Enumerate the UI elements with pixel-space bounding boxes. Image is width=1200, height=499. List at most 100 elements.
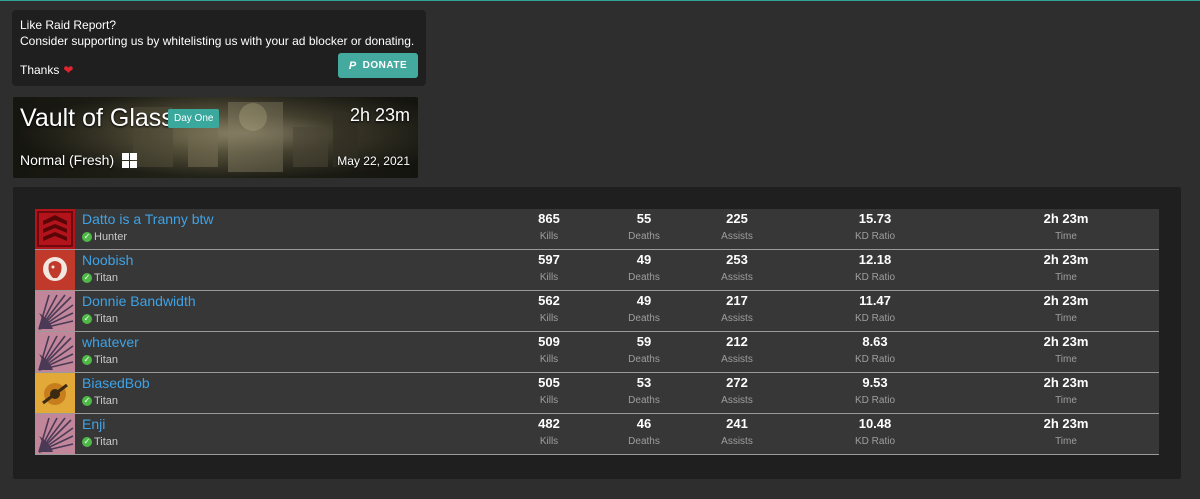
assists-stat: 225 Assists — [707, 211, 767, 242]
player-list: Datto is a Tranny btw ✓ Hunter 865 Kills … — [35, 209, 1159, 455]
checkmark-icon: ✓ — [82, 396, 92, 406]
player-class-label: Titan — [94, 436, 119, 448]
time-stat: 2h 23m Time — [1031, 252, 1101, 283]
player-class: ✓ Hunter — [82, 231, 127, 243]
kd-value: 11.47 — [859, 293, 891, 308]
player-class-label: Hunter — [94, 231, 128, 243]
gold-emblem — [35, 373, 75, 413]
kills-label: Kills — [539, 395, 559, 406]
pink-fan-emblem — [35, 291, 75, 331]
support-thanks: Thanks ❤ — [20, 63, 73, 77]
player-row: Donnie Bandwidth ✓ Titan 562 Kills 49 Deat… — [35, 291, 1159, 332]
assists-label: Assists — [721, 436, 753, 447]
kills-value: 865 — [538, 211, 560, 226]
deaths-value: 49 — [636, 252, 652, 267]
player-row: Enji ✓ Titan 482 Kills 46 Deaths 241 Assist… — [35, 414, 1159, 455]
raid-card: Vault of Glass Day One 2h 23m Normal (Fr… — [13, 97, 418, 178]
support-heading: Like Raid Report? — [20, 18, 117, 32]
deaths-label: Deaths — [628, 272, 660, 283]
deaths-label: Deaths — [628, 313, 660, 324]
assists-stat: 241 Assists — [707, 416, 767, 447]
player-name[interactable]: Noobish — [82, 252, 133, 268]
assists-stat: 217 Assists — [707, 293, 767, 324]
donate-label: DONATE — [362, 60, 408, 71]
deaths-value: 53 — [636, 375, 652, 390]
deaths-stat: 59 Deaths — [614, 334, 674, 365]
kills-label: Kills — [539, 436, 559, 447]
deaths-label: Deaths — [628, 395, 660, 406]
kills-label: Kills — [539, 272, 559, 283]
deaths-value: 59 — [636, 334, 652, 349]
raid-mode: Normal (Fresh) — [20, 152, 138, 168]
support-message: Consider supporting us by whitelisting u… — [20, 34, 415, 48]
assists-label: Assists — [721, 395, 753, 406]
windows-icon — [122, 152, 138, 168]
time-stat: 2h 23m Time — [1031, 375, 1101, 406]
kills-value: 505 — [538, 375, 560, 390]
assists-value: 225 — [726, 211, 748, 226]
player-name[interactable]: Enji — [82, 416, 105, 432]
player-name[interactable]: Donnie Bandwidth — [82, 293, 196, 309]
kd-stat: 11.47 KD Ratio — [840, 293, 910, 324]
deaths-stat: 49 Deaths — [614, 293, 674, 324]
assists-value: 253 — [726, 252, 748, 267]
time-value: 2h 23m — [1043, 293, 1089, 308]
checkmark-icon: ✓ — [82, 232, 92, 242]
kills-label: Kills — [539, 231, 559, 242]
player-name[interactable]: BiasedBob — [82, 375, 150, 391]
time-stat: 2h 23m Time — [1031, 416, 1101, 447]
assists-label: Assists — [721, 231, 753, 242]
deaths-label: Deaths — [628, 231, 660, 242]
assists-value: 272 — [726, 375, 748, 390]
deaths-label: Deaths — [628, 354, 660, 365]
kills-stat: 505 Kills — [519, 375, 579, 406]
player-class: ✓ Titan — [82, 354, 118, 366]
player-class: ✓ Titan — [82, 272, 118, 284]
players-panel: Datto is a Tranny btw ✓ Hunter 865 Kills … — [13, 187, 1181, 479]
kd-value: 12.18 — [858, 252, 892, 267]
raid-mode-label: Normal (Fresh) — [20, 152, 115, 168]
player-class: ✓ Titan — [82, 436, 118, 448]
kd-stat: 12.18 KD Ratio — [840, 252, 910, 283]
deaths-value: 46 — [636, 416, 652, 431]
kills-stat: 482 Kills — [519, 416, 579, 447]
raid-date: May 22, 2021 — [337, 154, 410, 168]
kills-stat: 562 Kills — [519, 293, 579, 324]
checkmark-icon: ✓ — [82, 437, 92, 447]
kills-value: 482 — [538, 416, 560, 431]
kd-label: KD Ratio — [854, 272, 895, 283]
time-label: Time — [1055, 395, 1077, 406]
assists-value: 217 — [726, 293, 748, 308]
player-name[interactable]: whatever — [82, 334, 139, 350]
kd-value: 10.48 — [858, 416, 892, 431]
kd-label: KD Ratio — [854, 395, 895, 406]
kills-label: Kills — [539, 354, 559, 365]
player-class-label: Titan — [94, 354, 119, 366]
kd-stat: 9.53 KD Ratio — [840, 375, 910, 406]
time-stat: 2h 23m Time — [1031, 211, 1101, 242]
time-stat: 2h 23m Time — [1031, 334, 1101, 365]
kd-label: KD Ratio — [854, 231, 895, 242]
donate-button[interactable]: P DONATE — [338, 53, 418, 78]
heart-icon: ❤ — [63, 63, 74, 77]
kills-value: 509 — [538, 334, 560, 349]
assists-stat: 253 Assists — [707, 252, 767, 283]
support-banner: Like Raid Report? Consider supporting us… — [12, 10, 426, 86]
kills-stat: 865 Kills — [519, 211, 579, 242]
deaths-stat: 46 Deaths — [614, 416, 674, 447]
kd-value: 9.53 — [862, 375, 888, 390]
time-label: Time — [1055, 313, 1077, 324]
assists-label: Assists — [721, 313, 753, 324]
player-class-label: Titan — [94, 313, 119, 325]
player-row: BiasedBob ✓ Titan 505 Kills 53 Deaths 272 A… — [35, 373, 1159, 414]
time-label: Time — [1055, 436, 1077, 447]
deaths-value: 49 — [636, 293, 652, 308]
time-value: 2h 23m — [1043, 334, 1089, 349]
kd-label: KD Ratio — [854, 354, 895, 365]
player-row: whatever ✓ Titan 509 Kills 59 Deaths 212 As… — [35, 332, 1159, 373]
player-name[interactable]: Datto is a Tranny btw — [82, 211, 214, 227]
deaths-stat: 49 Deaths — [614, 252, 674, 283]
raid-title: Vault of Glass — [20, 104, 174, 132]
day-one-badge: Day One — [168, 109, 220, 128]
checkmark-icon: ✓ — [82, 273, 92, 283]
